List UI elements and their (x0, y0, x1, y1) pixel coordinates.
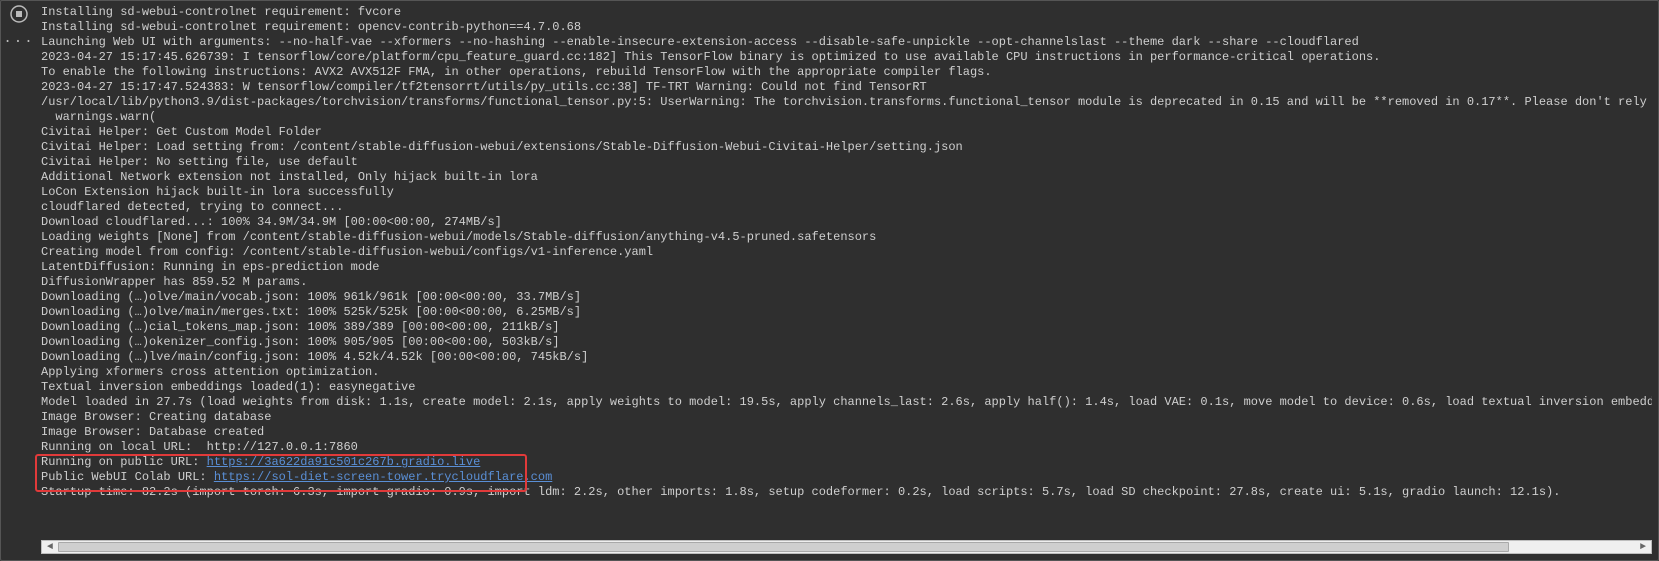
log-line: Applying xformers cross attention optimi… (41, 365, 1652, 380)
log-line: Loading weights [None] from /content/sta… (41, 230, 1652, 245)
log-line: Public WebUI Colab URL: https://sol-diet… (41, 470, 1652, 485)
log-line: Running on local URL: http://127.0.0.1:7… (41, 440, 1652, 455)
run-indicator-dots: ... (3, 31, 34, 47)
log-line: Downloading (…)cial_tokens_map.json: 100… (41, 320, 1652, 335)
log-line: Textual inversion embeddings loaded(1): … (41, 380, 1652, 395)
log-line: Installing sd-webui-controlnet requireme… (41, 5, 1652, 20)
log-line: To enable the following instructions: AV… (41, 65, 1652, 80)
horizontal-scrollbar[interactable]: ◄ ► (41, 540, 1652, 554)
stop-icon[interactable] (10, 5, 28, 23)
log-line: Creating model from config: /content/sta… (41, 245, 1652, 260)
log-line: DiffusionWrapper has 859.52 M params. (41, 275, 1652, 290)
cell-gutter: ... (1, 1, 37, 560)
log-line: Downloading (…)olve/main/vocab.json: 100… (41, 290, 1652, 305)
log-line: LatentDiffusion: Running in eps-predicti… (41, 260, 1652, 275)
output-cell: ... Installing sd-webui-controlnet requi… (0, 0, 1659, 561)
log-link[interactable]: https://sol-diet-screen-tower.trycloudfl… (214, 470, 552, 484)
log-line: Downloading (…)okenizer_config.json: 100… (41, 335, 1652, 350)
log-line: Downloading (…)olve/main/merges.txt: 100… (41, 305, 1652, 320)
log-line: warnings.warn( (41, 110, 1652, 125)
log-line: /usr/local/lib/python3.9/dist-packages/t… (41, 95, 1652, 110)
scroll-thumb[interactable] (58, 542, 1509, 552)
log-line: Downloading (…)lve/main/config.json: 100… (41, 350, 1652, 365)
scroll-track[interactable] (58, 541, 1635, 553)
log-line: Civitai Helper: Get Custom Model Folder (41, 125, 1652, 140)
log-text: Running on public URL: (41, 455, 207, 469)
log-line: Civitai Helper: Load setting from: /cont… (41, 140, 1652, 155)
log-line: 2023-04-27 15:17:45.626739: I tensorflow… (41, 50, 1652, 65)
log-line: 2023-04-27 15:17:47.524383: W tensorflow… (41, 80, 1652, 95)
log-line: Launching Web UI with arguments: --no-ha… (41, 35, 1652, 50)
log-line: Image Browser: Database created (41, 425, 1652, 440)
log-line: Startup time: 82.2s (import torch: 6.3s,… (41, 485, 1652, 500)
log-line: Download cloudflared...: 100% 34.9M/34.9… (41, 215, 1652, 230)
log-line: Installing sd-webui-controlnet requireme… (41, 20, 1652, 35)
scroll-right-arrow[interactable]: ► (1635, 541, 1651, 553)
log-line: Model loaded in 27.7s (load weights from… (41, 395, 1652, 410)
log-output[interactable]: Installing sd-webui-controlnet requireme… (41, 5, 1652, 534)
log-line: Running on public URL: https://3a622da91… (41, 455, 1652, 470)
log-line: Image Browser: Creating database (41, 410, 1652, 425)
scroll-left-arrow[interactable]: ◄ (42, 541, 58, 553)
log-link[interactable]: https://3a622da91c501c267b.gradio.live (207, 455, 481, 469)
log-line: Civitai Helper: No setting file, use def… (41, 155, 1652, 170)
log-line: Additional Network extension not install… (41, 170, 1652, 185)
log-line: cloudflared detected, trying to connect.… (41, 200, 1652, 215)
log-text: Public WebUI Colab URL: (41, 470, 214, 484)
log-line: LoCon Extension hijack built-in lora suc… (41, 185, 1652, 200)
